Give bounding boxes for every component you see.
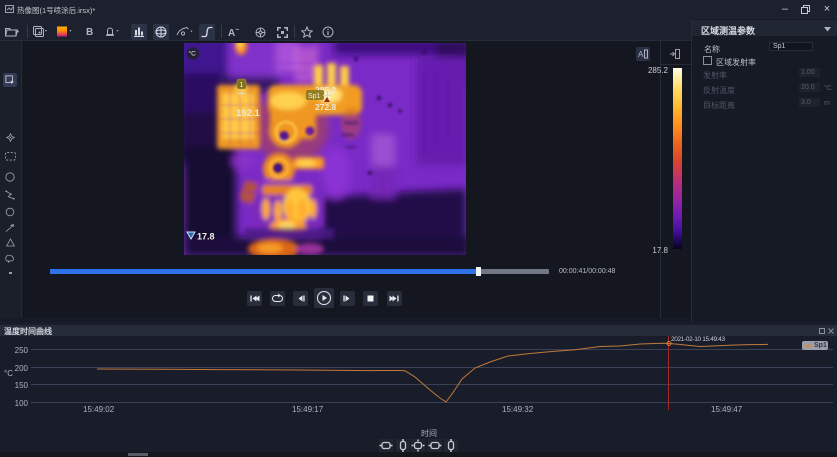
svg-text:192.1: 192.1 bbox=[236, 108, 260, 119]
svg-text:Sp1: Sp1 bbox=[308, 93, 321, 100]
svg-text:°C: °C bbox=[189, 50, 197, 58]
svg-text:1: 1 bbox=[240, 82, 244, 89]
svg-text:A: A bbox=[638, 50, 644, 59]
svg-text:272.8: 272.8 bbox=[315, 102, 337, 112]
svg-text:17.8: 17.8 bbox=[197, 232, 215, 242]
